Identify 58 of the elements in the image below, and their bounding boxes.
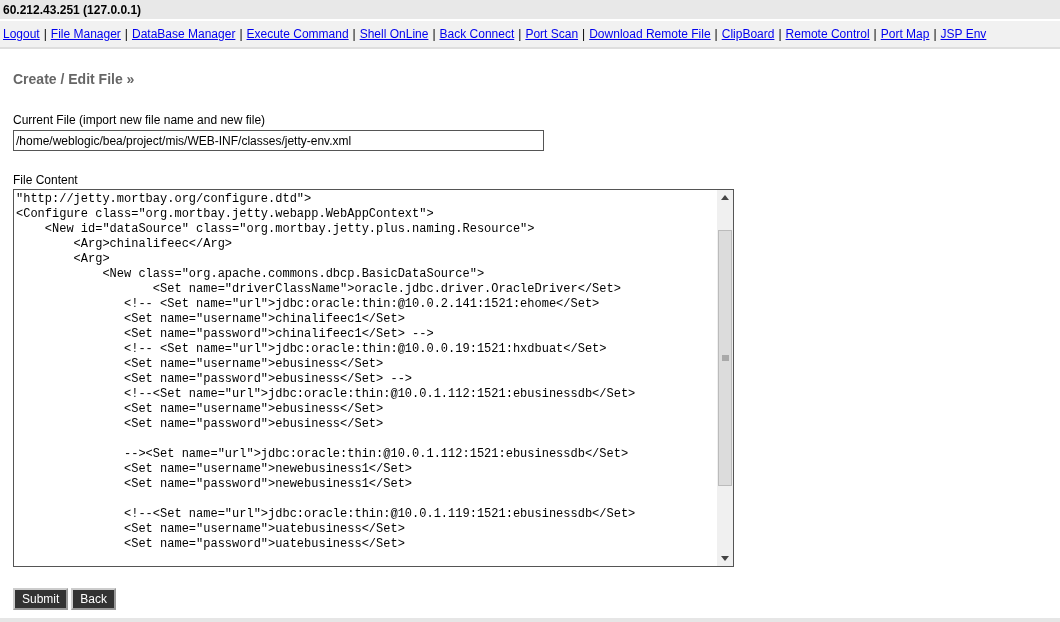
nav-separator: | [518, 26, 522, 43]
file-content-field[interactable] [13, 189, 734, 567]
code-line: <Set name="username">newebusiness1</Set> [123, 462, 414, 477]
current-file-label: Current File (import new file name and new file) [13, 113, 267, 128]
code-line: <!--<Set name="url">jdbc:oracle:thin:@10.0.1.112:1521:ebusinessdb</Set> [123, 387, 637, 402]
code-line: <!--<Set name="url">jdbc:oracle:thin:@10.0.1.119:1521:ebusinessdb</Set> [123, 507, 637, 522]
nav-link[interactable]: Port Map [880, 25, 930, 43]
code-line: <!-- <Set name="url">jdbc:oracle:thin:@10.0.0.19:1521:hxdbuat</Set> [123, 342, 608, 357]
code-line: <Set name="username">ebusiness</Set> [123, 402, 385, 417]
code-line: <Arg> [72, 252, 111, 267]
nav-link[interactable]: Remote Control [785, 25, 870, 43]
back-button[interactable]: Back [71, 588, 117, 610]
nav-separator: | [43, 26, 47, 43]
code-line: <Set name="username">ebusiness</Set> [123, 357, 385, 372]
code-line: <Configure class="org.mortbay.jetty.webapp.WebAppContext"> [16, 207, 435, 222]
scroll-thumb[interactable] [718, 230, 732, 486]
nav-link[interactable]: File Manager [50, 25, 121, 43]
nav-separator: | [933, 26, 937, 43]
nav-separator: | [352, 26, 356, 43]
nav-link[interactable]: Logout [3, 25, 40, 43]
nav-separator: | [582, 26, 586, 43]
code-line: <Set name="username">uatebusiness</Set> [123, 522, 406, 537]
code-line: <Set name="password">chinalifeec1</Set> --> [123, 327, 435, 342]
page-heading: Create / Edit File » [13, 70, 136, 89]
nav-link[interactable]: Execute Command [246, 25, 349, 43]
nav-separator: | [239, 26, 243, 43]
nav-separator: | [124, 26, 128, 43]
submit-button[interactable]: Submit [13, 588, 69, 610]
code-line: <Set name="username">chinalifeec1</Set> [123, 312, 406, 327]
code-line: <Set name="password">newebusiness1</Set> [123, 477, 414, 492]
current-file-field[interactable]: /home/weblogic/bea/project/mis/WEB-INF/classes/jetty-env.xml [13, 130, 544, 151]
scroll-down-icon[interactable] [721, 556, 729, 561]
nav-separator: | [873, 26, 877, 43]
nav-link[interactable]: ClipBoard [721, 25, 775, 43]
nav-link[interactable]: Port Scan [525, 25, 579, 43]
file-content-label: File Content [13, 173, 79, 188]
nav-link[interactable]: Shell OnLine [359, 25, 429, 43]
code-line: <Set name="password">uatebusiness</Set> [123, 537, 406, 552]
scroll-up-icon[interactable] [721, 195, 729, 200]
code-line: <!-- <Set name="url">jdbc:oracle:thin:@10.0.2.141:1521:ehome</Set> [123, 297, 601, 312]
code-line: --><Set name="url">jdbc:oracle:thin:@10.0.1.112:1521:ebusinessdb</Set> [123, 447, 630, 462]
nav-link[interactable]: JSP Env [940, 25, 987, 43]
code-line: <New id="dataSource" class="org.mortbay.jetty.plus.naming.Resource"> [43, 222, 536, 237]
nav-link[interactable]: DataBase Manager [132, 25, 236, 43]
scrollbar[interactable] [717, 190, 733, 566]
code-line: <Set name="password">ebusiness</Set> --> [123, 372, 414, 387]
code-line: <Arg>chinalifeec</Arg> [72, 237, 234, 252]
code-line: <Set name="password">ebusiness</Set> [123, 417, 385, 432]
nav-separator: | [714, 26, 718, 43]
nav-separator: | [432, 26, 436, 43]
nav-link[interactable]: Download Remote File [589, 25, 711, 43]
nav-separator: | [778, 26, 782, 43]
grip-icon [721, 355, 729, 361]
code-line: <New class="org.apache.commons.dbcp.BasicDataSource"> [101, 267, 486, 282]
host-title: 60.212.43.251 (127.0.0.1) [3, 1, 142, 19]
code-line: "http://jetty.mortbay.org/configure.dtd"> [16, 192, 313, 207]
code-line: <Set name="driverClassName">oracle.jdbc.driver.OracleDriver</Set> [151, 282, 622, 297]
nav-link[interactable]: Back Connect [439, 25, 515, 43]
